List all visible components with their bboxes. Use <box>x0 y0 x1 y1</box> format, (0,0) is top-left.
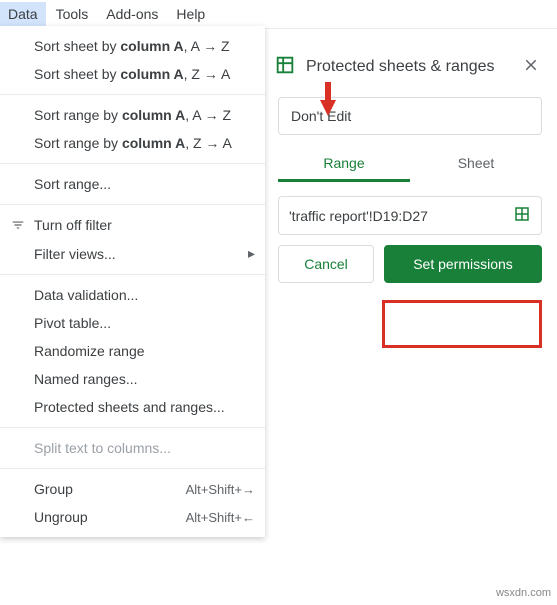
turn-off-filter-label: Turn off filter <box>34 217 112 233</box>
range-input[interactable]: 'traffic report'!D19:D27 <box>278 196 542 235</box>
close-icon[interactable] <box>522 56 540 77</box>
sort-range-az[interactable]: Sort range by column A, A → Z <box>0 101 265 129</box>
sort-range-za[interactable]: Sort range by column A, Z → A <box>0 129 265 157</box>
turn-off-filter[interactable]: Turn off filter <box>0 211 265 239</box>
range-value: 'traffic report'!D19:D27 <box>289 208 513 224</box>
ungroup-label: Ungroup <box>34 509 88 525</box>
panel-header: Protected sheets & ranges <box>270 40 550 93</box>
sort-sheet-za-label: Sort sheet by column A, Z → A <box>34 66 230 82</box>
buttons-row: Cancel Set permissions <box>278 245 542 283</box>
split-text-label: Split text to columns... <box>34 440 171 456</box>
data-validation-label: Data validation... <box>34 287 138 303</box>
group-shortcut: Alt+Shift+→ <box>186 482 255 497</box>
tabs: Range Sheet <box>278 145 542 182</box>
annotation-highlight <box>382 300 542 348</box>
chevron-right-icon: ▸ <box>248 245 255 262</box>
ungroup[interactable]: Ungroup Alt+Shift+← <box>0 503 265 531</box>
watermark: wsxdn.com <box>496 587 551 599</box>
pivot-table-label: Pivot table... <box>34 315 111 331</box>
pivot-table[interactable]: Pivot table... <box>0 309 265 337</box>
protected-panel: Protected sheets & ranges Don't Edit Ran… <box>270 40 550 293</box>
cancel-button[interactable]: Cancel <box>278 245 374 283</box>
menu-help[interactable]: Help <box>168 2 213 26</box>
data-validation[interactable]: Data validation... <box>0 281 265 309</box>
sort-sheet-az-label: Sort sheet by column A, A → Z <box>34 38 230 54</box>
tab-range[interactable]: Range <box>278 145 410 182</box>
protected-sheets-label: Protected sheets and ranges... <box>34 399 225 415</box>
menu-data[interactable]: Data <box>0 2 46 26</box>
sort-range[interactable]: Sort range... <box>0 170 265 198</box>
filter-icon <box>10 217 26 233</box>
annotation-arrow-icon <box>318 82 338 116</box>
menu-tools[interactable]: Tools <box>48 2 97 26</box>
sort-range-az-label: Sort range by column A, A → Z <box>34 107 231 123</box>
separator <box>0 94 265 95</box>
grid-icon[interactable] <box>513 205 531 226</box>
separator <box>0 427 265 428</box>
named-ranges-label: Named ranges... <box>34 371 138 387</box>
ungroup-shortcut: Alt+Shift+← <box>186 510 255 525</box>
sort-sheet-az[interactable]: Sort sheet by column A, A → Z <box>0 32 265 60</box>
set-permissions-button[interactable]: Set permissions <box>384 245 542 283</box>
separator <box>0 468 265 469</box>
filter-views[interactable]: Filter views... ▸ <box>0 239 265 268</box>
sort-sheet-za[interactable]: Sort sheet by column A, Z → A <box>0 60 265 88</box>
sheets-icon <box>274 54 296 79</box>
group[interactable]: Group Alt+Shift+→ <box>0 475 265 503</box>
separator <box>0 204 265 205</box>
panel-title: Protected sheets & ranges <box>306 58 512 76</box>
filter-views-label: Filter views... <box>34 246 116 262</box>
protected-sheets-ranges[interactable]: Protected sheets and ranges... <box>0 393 265 421</box>
menu-addons[interactable]: Add-ons <box>98 2 166 26</box>
group-label: Group <box>34 481 73 497</box>
menubar: Data Tools Add-ons Help <box>0 0 557 29</box>
separator <box>0 163 265 164</box>
randomize-range[interactable]: Randomize range <box>0 337 265 365</box>
sort-range-label: Sort range... <box>34 176 111 192</box>
separator <box>0 274 265 275</box>
tab-sheet[interactable]: Sheet <box>410 145 542 182</box>
randomize-range-label: Randomize range <box>34 343 145 359</box>
sort-range-za-label: Sort range by column A, Z → A <box>34 135 232 151</box>
named-ranges[interactable]: Named ranges... <box>0 365 265 393</box>
data-dropdown: Sort sheet by column A, A → Z Sort sheet… <box>0 26 265 537</box>
split-text: Split text to columns... <box>0 434 265 462</box>
